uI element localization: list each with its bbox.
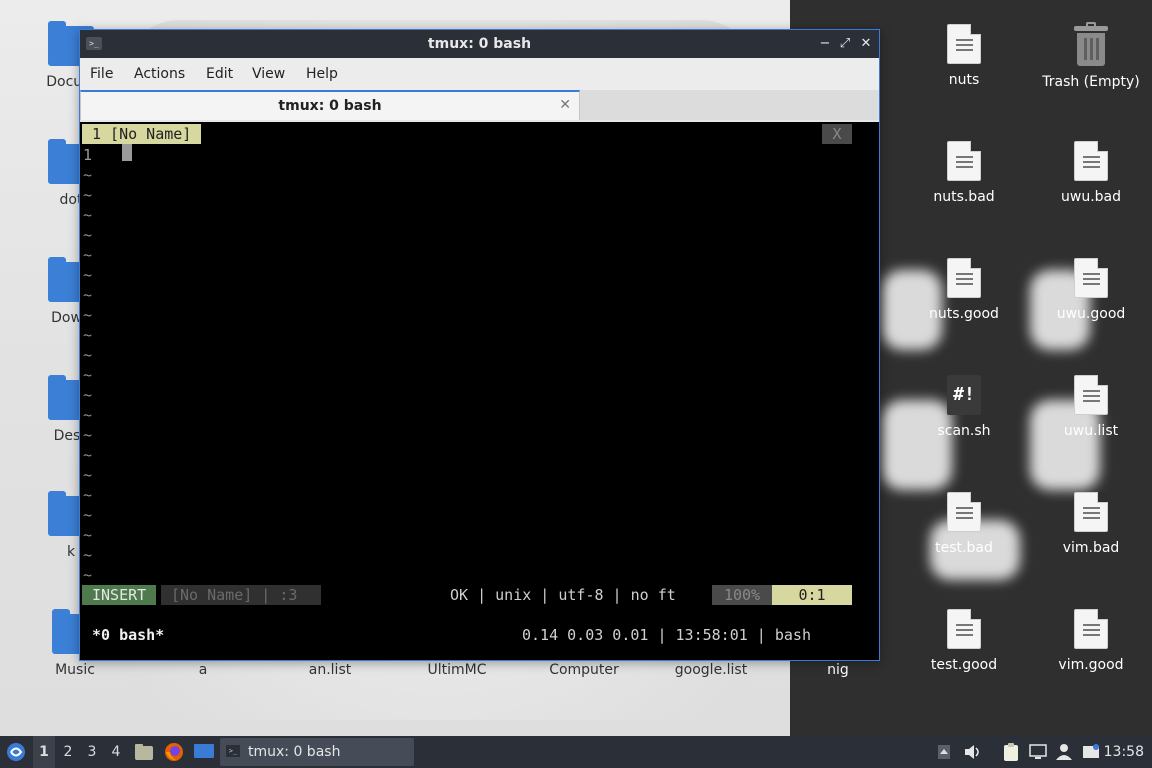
line-number: 1 [83, 146, 93, 164]
desktop-icon-vim-bad[interactable]: vim.bad [1036, 492, 1146, 556]
close-button[interactable]: ✕ [857, 35, 875, 53]
menu-edit[interactable]: Edit [206, 66, 233, 82]
desktop-icon-test-good[interactable]: test.good [909, 609, 1019, 673]
workspace-1[interactable]: 1 [33, 736, 55, 768]
firefox-icon[interactable] [162, 736, 186, 768]
text-file-icon [947, 141, 981, 181]
empty-line-marker: ~ [83, 166, 93, 184]
desktop-icon-uwu-list[interactable]: uwu.list [1036, 375, 1146, 439]
empty-line-marker: ~ [83, 246, 93, 264]
vim-cursor-position: 0:1 [772, 585, 852, 605]
vim-scroll-percent: 100% [712, 585, 772, 605]
menu-actions[interactable]: Actions [134, 66, 185, 82]
text-file-icon [947, 258, 981, 298]
app-menu-icon[interactable] [4, 736, 28, 768]
empty-line-marker: ~ [83, 366, 93, 384]
notification-icon[interactable] [1080, 736, 1102, 768]
vim-tab-active[interactable]: 1 [No Name] [82, 124, 202, 144]
file-manager-icon[interactable] [133, 736, 155, 768]
tray-up-icon[interactable] [934, 736, 954, 768]
text-file-icon [1074, 609, 1108, 649]
empty-line-marker: ~ [83, 426, 93, 444]
clipboard-icon[interactable] [1000, 736, 1022, 768]
taskbar-task-label: tmux: 0 bash [248, 744, 341, 760]
text-file-icon [1074, 375, 1108, 415]
empty-line-marker: ~ [83, 386, 93, 404]
menu-file[interactable]: File [90, 66, 113, 82]
empty-line-marker: ~ [83, 266, 93, 284]
maximize-button[interactable]: ⤢ [836, 35, 854, 53]
desktop-icon-test-bad[interactable]: test.bad [909, 492, 1019, 556]
empty-line-marker: ~ [83, 346, 93, 364]
desktop-icon-nuts-bad[interactable]: nuts.bad [909, 141, 1019, 205]
desktop-icon-uwu-bad[interactable]: uwu.bad [1036, 141, 1146, 205]
empty-line-marker: ~ [83, 446, 93, 464]
desktop-icon-nuts-good[interactable]: nuts.good [909, 258, 1019, 322]
desktop-icon-uwu-good[interactable]: uwu.good [1036, 258, 1146, 322]
empty-line-marker: ~ [83, 206, 93, 224]
empty-line-marker: ~ [83, 286, 93, 304]
desktop-icon-scan-sh[interactable]: #! scan.sh [909, 375, 1019, 439]
workspace-4[interactable]: 4 [105, 736, 127, 768]
empty-line-marker: ~ [83, 566, 93, 584]
text-file-icon [947, 24, 981, 64]
minimize-button[interactable]: − [816, 35, 834, 53]
empty-line-marker: ~ [83, 306, 93, 324]
workspace-2[interactable]: 2 [57, 736, 79, 768]
script-icon: #! [947, 375, 981, 415]
menu-help[interactable]: Help [306, 66, 338, 82]
volume-icon[interactable] [962, 736, 984, 768]
window-title: tmux: 0 bash [427, 36, 532, 52]
text-file-icon [947, 609, 981, 649]
empty-line-marker: ~ [83, 526, 93, 544]
text-file-icon [1074, 492, 1108, 532]
workspace-3[interactable]: 3 [81, 736, 103, 768]
tab-close-icon[interactable]: ✕ [559, 97, 571, 113]
vim-file-info: [No Name] | :3 [161, 585, 321, 605]
empty-line-marker: ~ [83, 486, 93, 504]
vim-status-info: OK | unix | utf-8 | no ft [450, 586, 676, 604]
empty-line-marker: ~ [83, 226, 93, 244]
menu-view[interactable]: View [252, 66, 285, 82]
tab-bar: tmux: 0 bash ✕ [80, 90, 879, 120]
taskbar-task-terminal[interactable]: >_ tmux: 0 bash [220, 738, 414, 766]
text-file-icon [947, 492, 981, 532]
empty-line-marker: ~ [83, 406, 93, 424]
taskbar: 1 2 3 4 >_ tmux: 0 bash 13:58 [0, 736, 1152, 768]
text-file-icon [1074, 141, 1108, 181]
empty-line-marker: ~ [83, 186, 93, 204]
empty-line-marker: ~ [83, 546, 93, 564]
terminal-content[interactable]: 1 [No Name] X 1 ~ ~ ~ ~ ~ ~ ~ ~ ~ ~ ~ ~ … [80, 122, 879, 660]
text-file-icon [1074, 258, 1108, 298]
empty-line-marker: ~ [83, 466, 93, 484]
desktop-icon-trash[interactable]: Trash (Empty) [1036, 22, 1146, 90]
trash-icon [1074, 22, 1108, 66]
tab-tmux-bash[interactable]: tmux: 0 bash ✕ [80, 90, 580, 120]
network-icon[interactable] [1027, 736, 1049, 768]
tab-label: tmux: 0 bash [278, 98, 382, 114]
terminal-icon: >_ [226, 745, 240, 757]
desktop-icon-nuts[interactable]: nuts [909, 24, 1019, 88]
vim-tab-close[interactable]: X [822, 124, 852, 144]
taskbar-clock[interactable]: 13:58 [1104, 736, 1144, 768]
show-desktop-icon[interactable] [192, 736, 216, 768]
menu-bar: File Actions Edit View Help [80, 58, 879, 90]
desktop-icon-vim-good[interactable]: vim.good [1036, 609, 1146, 673]
text-cursor [122, 144, 132, 161]
window-titlebar[interactable]: >_ tmux: 0 bash − ⤢ ✕ [80, 30, 879, 58]
empty-line-marker: ~ [83, 506, 93, 524]
vim-mode-indicator: INSERT [82, 585, 157, 605]
empty-line-marker: ~ [83, 326, 93, 344]
terminal-window[interactable]: >_ tmux: 0 bash − ⤢ ✕ File Actions Edit … [79, 29, 880, 661]
tmux-status-right: 0.14 0.03 0.01 | 13:58:01 | bash [522, 626, 811, 644]
tmux-window-list[interactable]: *0 bash* [92, 625, 164, 645]
user-switch-icon[interactable] [1053, 736, 1075, 768]
